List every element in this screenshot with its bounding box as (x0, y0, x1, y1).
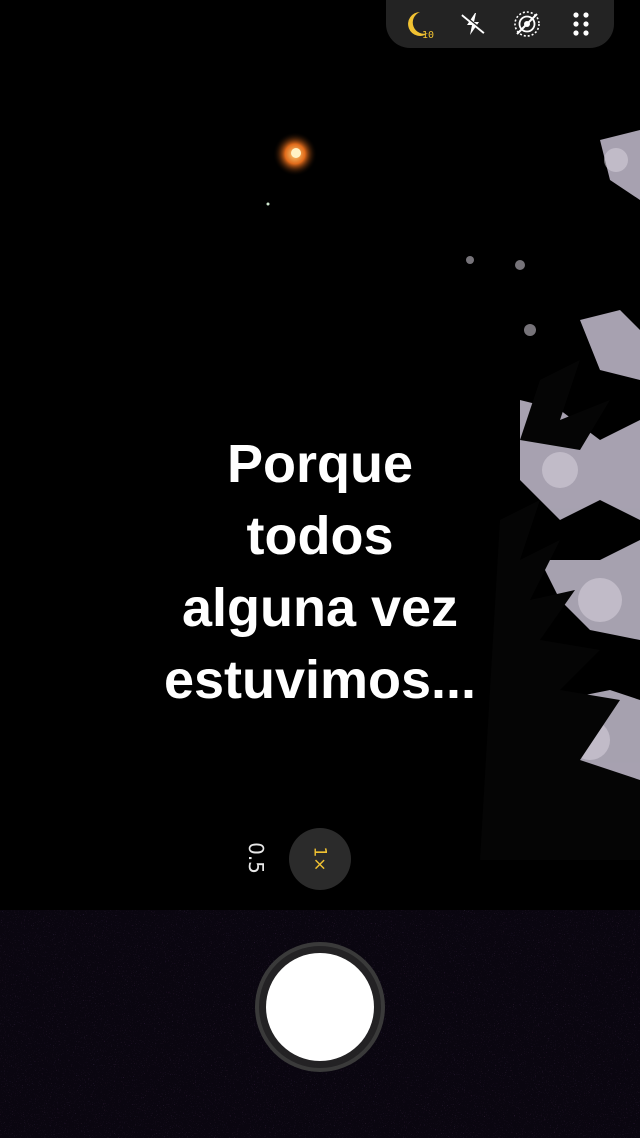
overlay-caption: Porque todos alguna vez estuvimos... (0, 428, 640, 716)
live-off-icon (514, 11, 540, 37)
night-mode-icon: 10 (408, 12, 434, 41)
more-options-button[interactable] (563, 6, 599, 42)
caption-line: estuvimos... (163, 650, 477, 710)
zoom-1x-button[interactable]: 1× (289, 828, 351, 890)
caption-line: alguna vez (181, 578, 459, 638)
camera-viewfinder[interactable]: 10 Porque todos alguna vez estuvimos... … (0, 0, 640, 1138)
live-photo-button[interactable] (509, 6, 545, 42)
shutter-inner (266, 953, 374, 1061)
camera-toolbar: 10 (386, 0, 614, 48)
night-mode-value: 10 (422, 30, 434, 41)
flash-button[interactable] (455, 6, 491, 42)
zoom-0-5-button[interactable]: 0.5 (240, 838, 272, 878)
caption-line: todos (246, 506, 394, 566)
bottom-controls-edge (0, 1124, 640, 1138)
zoom-1x-label: 1× (310, 846, 330, 872)
flash-off-icon (461, 13, 486, 35)
shutter-button[interactable] (255, 942, 385, 1072)
caption-line: Porque (226, 434, 414, 494)
more-grid-icon (573, 12, 589, 36)
night-mode-button[interactable]: 10 (401, 6, 437, 42)
